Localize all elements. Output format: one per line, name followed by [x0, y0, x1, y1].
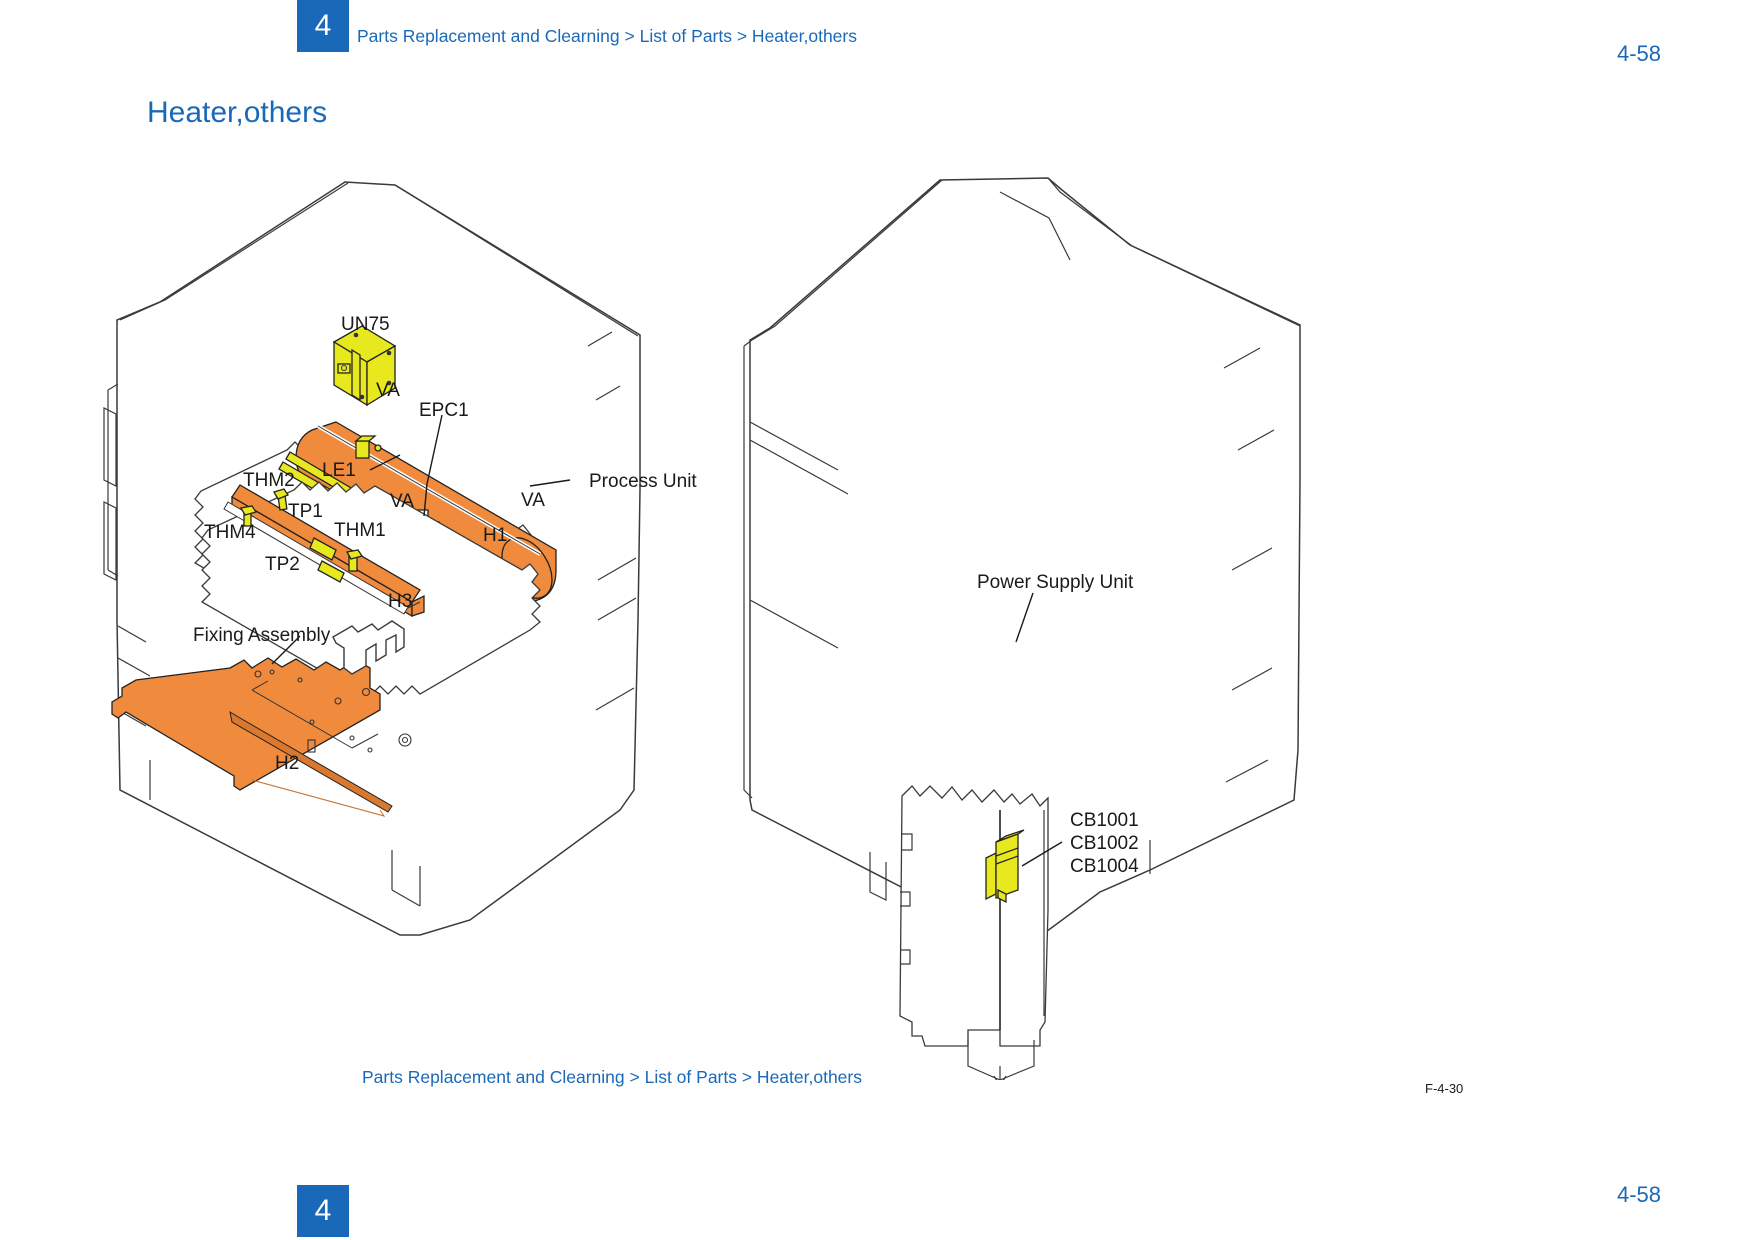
callout-tp1: TP1 — [288, 501, 323, 522]
header-chapter-tab: 4 — [297, 0, 349, 52]
callout-cb1002: CB1002 — [1070, 833, 1139, 854]
callout-h2: H2 — [275, 753, 299, 774]
page-number-bottom: 4-58 — [1617, 1182, 1662, 1207]
callout-tp2: TP2 — [265, 554, 300, 575]
footer-breadcrumb: Parts Replacement and Clearning > List o… — [362, 1067, 862, 1087]
callout-h3: H3 — [388, 591, 412, 612]
figure-caption: F-4-30 — [1425, 1081, 1464, 1096]
footer-chapter-tab: 4 — [297, 1185, 349, 1237]
figure-area: UN75 VA EPC1 LE1 VA VA Process Unit H1 T… — [0, 150, 1754, 1080]
callout-h1: H1 — [483, 525, 507, 546]
header-breadcrumb: Parts Replacement and Clearning > List o… — [357, 26, 857, 46]
callout-process-unit: Process Unit — [589, 471, 697, 492]
callout-va-mid: VA — [390, 491, 414, 512]
callout-thm2: THM2 — [243, 470, 295, 491]
page-header: 4 Parts Replacement and Clearning > List… — [0, 0, 1754, 66]
callout-thm4: THM4 — [204, 522, 256, 543]
callout-epc1: EPC1 — [419, 400, 469, 421]
callout-thm1: THM1 — [334, 520, 386, 541]
page-number-top: 4-58 — [1617, 41, 1662, 66]
callout-le1: LE1 — [322, 460, 356, 481]
callout-cb1004: CB1004 — [1070, 856, 1139, 877]
callout-power-supply-unit: Power Supply Unit — [977, 572, 1134, 593]
callout-un75: UN75 — [341, 314, 390, 335]
callout-cb1001: CB1001 — [1070, 810, 1139, 831]
power-supply-unit-plate — [899, 785, 1049, 1080]
callout-fixing-assembly: Fixing Assembly — [193, 625, 331, 646]
callout-va-right: VA — [521, 490, 545, 511]
page-title: Heater,others — [147, 96, 328, 129]
callout-va-top: VA — [376, 380, 400, 401]
